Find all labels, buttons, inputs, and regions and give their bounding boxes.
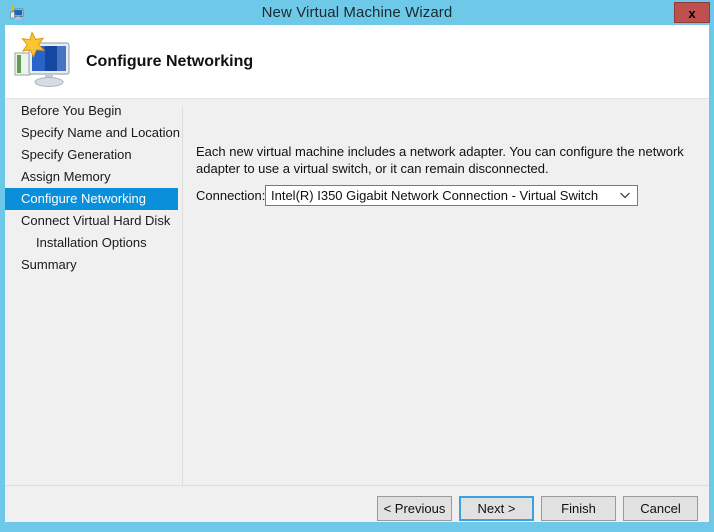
previous-button[interactable]: < Previous xyxy=(377,496,452,521)
title-bar: New Virtual Machine Wizard x xyxy=(0,0,714,25)
wizard-steps-sidebar: Before You Begin Specify Name and Locati… xyxy=(5,100,180,470)
next-button[interactable]: Next > xyxy=(459,496,534,521)
intro-description: Each new virtual machine includes a netw… xyxy=(196,144,684,176)
sidebar-item-installation-options[interactable]: Installation Options xyxy=(5,232,178,254)
sidebar-item-specify-generation[interactable]: Specify Generation xyxy=(5,144,178,166)
wizard-window: New Virtual Machine Wizard x Configure N… xyxy=(0,0,714,532)
connection-label: Connection: xyxy=(196,188,266,203)
sidebar-item-configure-networking[interactable]: Configure Networking xyxy=(5,188,178,210)
chevron-down-icon[interactable] xyxy=(617,186,633,205)
window-title: New Virtual Machine Wizard xyxy=(261,4,453,21)
connection-row: Connection: Intel(R) I350 Gigabit Networ… xyxy=(196,185,686,207)
main-content: Each new virtual machine includes a netw… xyxy=(191,100,691,470)
sidebar-item-specify-name-and-location[interactable]: Specify Name and Location xyxy=(5,122,180,144)
sidebar-item-connect-virtual-hard-disk[interactable]: Connect Virtual Hard Disk xyxy=(5,210,178,232)
page-header: Configure Networking xyxy=(5,25,709,99)
monitor-star-icon xyxy=(12,31,74,89)
wizard-footer: < Previous Next > Finish Cancel xyxy=(5,486,709,522)
sidebar-item-before-you-begin[interactable]: Before You Begin xyxy=(5,100,178,122)
page-title: Configure Networking xyxy=(86,53,254,70)
sidebar-item-assign-memory[interactable]: Assign Memory xyxy=(5,166,178,188)
sidebar-item-summary[interactable]: Summary xyxy=(5,254,178,276)
connection-select[interactable]: Intel(R) I350 Gigabit Network Connection… xyxy=(265,185,638,206)
finish-button[interactable]: Finish xyxy=(541,496,616,521)
wizard-client-area: Configure Networking Before You Begin Sp… xyxy=(5,25,709,527)
connection-selected-value: Intel(R) I350 Gigabit Network Connection… xyxy=(271,188,599,203)
sidebar-divider xyxy=(182,107,183,485)
cancel-button[interactable]: Cancel xyxy=(623,496,698,521)
close-icon[interactable]: x xyxy=(674,2,710,23)
